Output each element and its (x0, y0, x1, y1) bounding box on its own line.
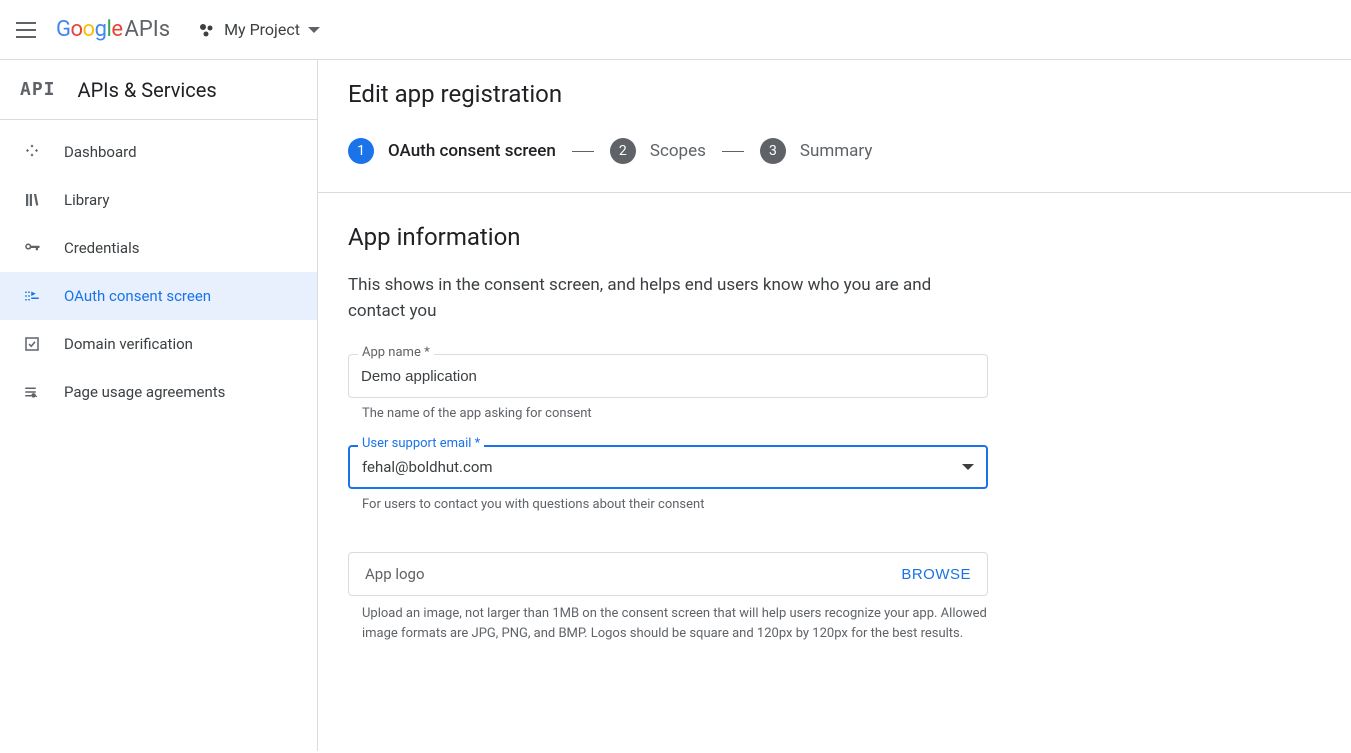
sidebar-item-label: Domain verification (64, 335, 193, 353)
browse-button[interactable]: BROWSE (901, 566, 971, 583)
stepper: 1 OAuth consent screen 2 Scopes 3 Summar… (318, 128, 1351, 193)
support-email-field-wrap: User support email * fehal@boldhut.com (348, 445, 988, 489)
app-logo-helper: Upload an image, not larger than 1MB on … (348, 604, 988, 643)
logo-apis-text: APIs (124, 17, 170, 42)
app-information-section: App information This shows in the consen… (318, 193, 1328, 673)
step-label: OAuth consent screen (388, 141, 556, 161)
app-logo-label: App logo (365, 565, 425, 583)
library-icon (22, 190, 42, 210)
sidebar-item-oauth-consent[interactable]: OAuth consent screen (0, 272, 317, 320)
sidebar-item-domain-verification[interactable]: Domain verification (0, 320, 317, 368)
step-separator (572, 151, 594, 152)
sidebar: API APIs & Services Dashboard Library (0, 60, 318, 751)
step-label: Summary (800, 141, 872, 161)
sidebar-item-label: OAuth consent screen (64, 287, 211, 305)
chevron-down-icon (962, 464, 974, 470)
section-description: This shows in the consent screen, and he… (348, 273, 988, 324)
section-title: App information (348, 223, 1298, 251)
sidebar-item-page-usage[interactable]: Page usage agreements (0, 368, 317, 416)
page-title: Edit app registration (318, 60, 1351, 128)
dashboard-icon (22, 142, 42, 162)
app-name-label: App name * (358, 345, 434, 360)
consent-icon (22, 286, 42, 306)
app-name-helper: The name of the app asking for consent (348, 406, 988, 421)
sidebar-title: APIs & Services (78, 78, 217, 102)
key-icon (22, 238, 42, 258)
sidebar-item-dashboard[interactable]: Dashboard (0, 128, 317, 176)
stepper-step-3[interactable]: 3 Summary (760, 138, 872, 164)
step-separator (722, 151, 744, 152)
step-label: Scopes (650, 141, 706, 161)
verification-icon (22, 334, 42, 354)
support-email-label: User support email * (358, 436, 484, 451)
support-email-value: fehal@boldhut.com (362, 458, 493, 476)
sidebar-item-library[interactable]: Library (0, 176, 317, 224)
app-name-input[interactable] (348, 354, 988, 398)
google-apis-logo[interactable]: Google APIs (56, 17, 170, 42)
main-content: Edit app registration 1 OAuth consent sc… (318, 60, 1351, 751)
api-icon: API (20, 79, 56, 100)
hamburger-menu-icon[interactable] (16, 18, 40, 42)
sidebar-item-credentials[interactable]: Credentials (0, 224, 317, 272)
sidebar-item-label: Page usage agreements (64, 383, 225, 401)
chevron-down-icon (308, 27, 320, 33)
sidebar-item-label: Dashboard (64, 143, 137, 161)
app-logo-field[interactable]: App logo BROWSE (348, 552, 988, 596)
project-name: My Project (224, 20, 300, 39)
sidebar-item-label: Credentials (64, 239, 139, 257)
project-selector[interactable]: My Project (190, 14, 328, 45)
sidebar-item-label: Library (64, 191, 109, 209)
support-email-select[interactable]: fehal@boldhut.com (348, 445, 988, 489)
step-number: 2 (610, 138, 636, 164)
sidebar-header[interactable]: API APIs & Services (0, 60, 317, 120)
stepper-step-1[interactable]: 1 OAuth consent screen (348, 138, 556, 164)
stepper-step-2[interactable]: 2 Scopes (610, 138, 706, 164)
project-dots-icon (198, 22, 214, 38)
support-email-helper: For users to contact you with questions … (348, 497, 988, 512)
app-name-field-wrap: App name * (348, 354, 988, 398)
step-number: 3 (760, 138, 786, 164)
app-header: Google APIs My Project (0, 0, 1351, 60)
agreements-icon (22, 382, 42, 402)
step-number: 1 (348, 138, 374, 164)
